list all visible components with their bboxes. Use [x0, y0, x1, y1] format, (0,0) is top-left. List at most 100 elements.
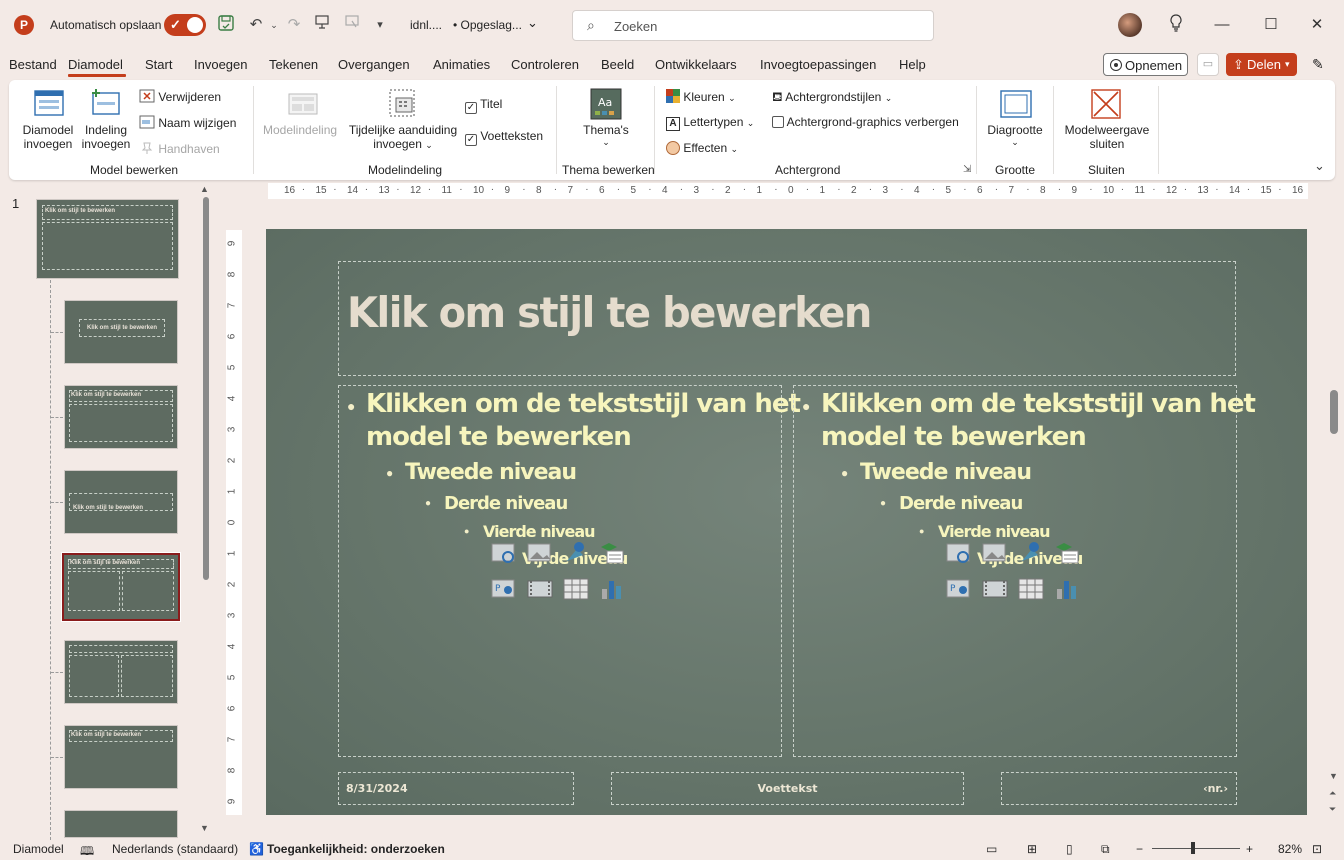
- tab-beeld[interactable]: Beeld: [601, 57, 634, 72]
- title-placeholder[interactable]: Klik om stijl te bewerken: [338, 261, 1236, 376]
- close-icon[interactable]: ✕: [1305, 14, 1329, 36]
- scroll-up-icon[interactable]: ▲: [200, 184, 209, 194]
- zoom-out-icon[interactable]: −: [1136, 842, 1143, 856]
- footer-placeholder[interactable]: Voettekst: [611, 772, 964, 805]
- thumbnail-layout-1[interactable]: Klik om stijl te bewerken: [64, 300, 178, 364]
- level3-text: Derde niveau: [899, 493, 1023, 514]
- scroll-down-icon[interactable]: ▼: [1329, 771, 1338, 781]
- content-placeholder-left[interactable]: ● Klikken om de tekststijl van het model…: [338, 385, 801, 757]
- zoom-in-icon[interactable]: +: [1246, 842, 1253, 856]
- slide-master-canvas[interactable]: Klik om stijl te bewerken ● Klikken om d…: [266, 229, 1307, 815]
- fonts-dropdown[interactable]: A Lettertypen ⌄: [666, 115, 754, 131]
- close-master-view-button[interactable]: Modelweergave sluiten: [1062, 123, 1152, 151]
- thumbnail-layout-4-selected[interactable]: Klik om stijl te bewerken: [61, 552, 181, 622]
- close-master-view-icon: [1091, 89, 1121, 122]
- save-icon[interactable]: [216, 14, 236, 36]
- thumbnail-layout-7[interactable]: [64, 810, 178, 838]
- collapse-ribbon-icon[interactable]: ⌄: [1314, 158, 1325, 174]
- ruler-tick-label: 1: [226, 550, 238, 557]
- accessibility-icon[interactable]: ♿: [249, 842, 264, 856]
- zoom-slider-thumb[interactable]: [1191, 842, 1195, 854]
- fit-to-window-icon[interactable]: ⊡: [1312, 842, 1322, 856]
- ruler-tick-label: 12: [410, 185, 422, 196]
- tab-animaties[interactable]: Animaties: [433, 57, 490, 72]
- file-name[interactable]: idnl....: [410, 18, 442, 32]
- chevron-down-icon[interactable]: ⌄: [527, 15, 538, 31]
- slideshow-icon[interactable]: ⧉: [1101, 842, 1110, 857]
- reading-view-icon[interactable]: ▯: [1066, 842, 1073, 856]
- customize-qat-icon[interactable]: ▾: [370, 14, 390, 36]
- autosave-toggle[interactable]: ✓: [164, 14, 206, 36]
- colors-dropdown[interactable]: Kleuren ⌄: [666, 89, 736, 104]
- tab-help[interactable]: Help: [899, 57, 926, 72]
- thumbnail-scrollbar[interactable]: [203, 197, 209, 580]
- undo-icon[interactable]: ↶: [246, 14, 266, 36]
- background-styles-dropdown[interactable]: ⛾ Achtergrondstijlen ⌄: [772, 89, 892, 107]
- pen-icon[interactable]: ✎: [1312, 56, 1324, 73]
- checkbox-checked-icon: ✓: [465, 102, 477, 114]
- scroll-down-icon[interactable]: ▼: [200, 823, 209, 833]
- save-status[interactable]: • Opgeslag...: [453, 18, 522, 32]
- preserve-button[interactable]: Handhaven: [139, 141, 220, 156]
- stock-images-icon: [946, 543, 970, 563]
- zoom-slider[interactable]: [1152, 848, 1240, 849]
- insert-layout-button[interactable]: Indeling invoegen: [80, 123, 132, 151]
- next-slide-icon[interactable]: ⏷: [1329, 804, 1336, 815]
- tab-tekenen[interactable]: Tekenen: [269, 57, 318, 72]
- thumbnail-layout-3[interactable]: Klik om stijl te bewerken: [64, 470, 178, 534]
- share-button[interactable]: ⇪ Delen ▾: [1226, 53, 1297, 76]
- book-icon[interactable]: 🕮: [80, 842, 94, 860]
- date-placeholder[interactable]: 8/31/2024: [338, 772, 574, 805]
- slide-number-placeholder[interactable]: ‹nr.›: [1001, 772, 1237, 805]
- content-placeholder-right[interactable]: ● Klikken om de tekststijl van het model…: [793, 385, 1256, 757]
- tab-ontwikkelaars[interactable]: Ontwikkelaars: [655, 57, 737, 72]
- tab-invoegtoepassingen[interactable]: Invoegtoepassingen: [760, 57, 876, 72]
- previous-slide-icon[interactable]: ⏶: [1329, 788, 1336, 799]
- comment-button[interactable]: ▭: [1197, 53, 1219, 76]
- footers-checkbox[interactable]: ✓ Voetteksten: [465, 129, 543, 146]
- minimize-icon[interactable]: —: [1210, 14, 1234, 36]
- delete-button[interactable]: Verwijderen: [139, 89, 221, 104]
- ruler-tick-label: 15: [315, 185, 327, 196]
- status-language[interactable]: Nederlands (standaard): [112, 842, 238, 856]
- tab-diamodel[interactable]: Diamodel: [68, 57, 123, 72]
- effects-dropdown[interactable]: Effecten ⌄: [666, 141, 738, 155]
- canvas-scrollbar[interactable]: [1330, 390, 1338, 434]
- tab-start[interactable]: Start: [145, 57, 172, 72]
- tab-controleren[interactable]: Controleren: [511, 57, 579, 72]
- themes-button[interactable]: Thema's ⌄: [578, 123, 634, 148]
- insert-placeholder-button[interactable]: Tijdelijke aanduiding invoegen ⌄: [346, 123, 460, 151]
- tab-overgangen[interactable]: Overgangen: [338, 57, 410, 72]
- undo-dropdown-icon[interactable]: ⌄: [264, 14, 284, 36]
- ruler-tick-label: 7: [1008, 185, 1015, 196]
- ruler-tick-label: 2: [725, 185, 731, 196]
- group-label-sluiten: Sluiten: [1088, 163, 1125, 177]
- lightbulb-icon[interactable]: [1164, 14, 1188, 36]
- insert-master-button[interactable]: Diamodel invoegen: [20, 123, 76, 151]
- tab-bestand[interactable]: Bestand: [9, 57, 57, 72]
- thumbnail-layout-5[interactable]: [64, 640, 178, 704]
- slide-size-button[interactable]: Diagrootte ⌄: [984, 123, 1046, 148]
- avatar[interactable]: [1118, 13, 1142, 37]
- tab-invoegen[interactable]: Invoegen: [194, 57, 248, 72]
- zoom-level[interactable]: 82%: [1278, 842, 1302, 856]
- rename-button[interactable]: Naam wijzigen: [139, 115, 236, 130]
- dialog-launcher-icon[interactable]: ⇲: [963, 164, 971, 175]
- record-button[interactable]: Opnemen: [1103, 53, 1188, 76]
- redo-icon[interactable]: ↷: [284, 14, 304, 36]
- maximize-icon[interactable]: ☐: [1259, 14, 1283, 36]
- hide-background-graphics-checkbox[interactable]: Achtergrond-graphics verbergen: [772, 115, 959, 129]
- search-box[interactable]: ⌕ Zoeken: [572, 10, 934, 41]
- thumbnail-layout-6[interactable]: Klik om stijl te bewerken: [64, 725, 178, 789]
- thumbnail-layout-2[interactable]: Klik om stijl te bewerken: [64, 385, 178, 449]
- ruler-tick-label: 10: [1103, 185, 1115, 196]
- master-layout-button[interactable]: Modelindeling: [263, 123, 337, 137]
- normal-view-icon[interactable]: ▭: [986, 842, 997, 856]
- thumbnail-master[interactable]: Klik om stijl te bewerken: [36, 199, 179, 279]
- slide-sorter-icon[interactable]: ⊞: [1027, 842, 1037, 856]
- present-icon[interactable]: [312, 14, 332, 36]
- title-checkbox[interactable]: ✓ Titel: [465, 97, 502, 114]
- search-input[interactable]: Zoeken: [614, 19, 657, 34]
- status-accessibility[interactable]: Toegankelijkheid: onderzoeken: [267, 842, 445, 856]
- touch-mode-icon[interactable]: [342, 14, 362, 36]
